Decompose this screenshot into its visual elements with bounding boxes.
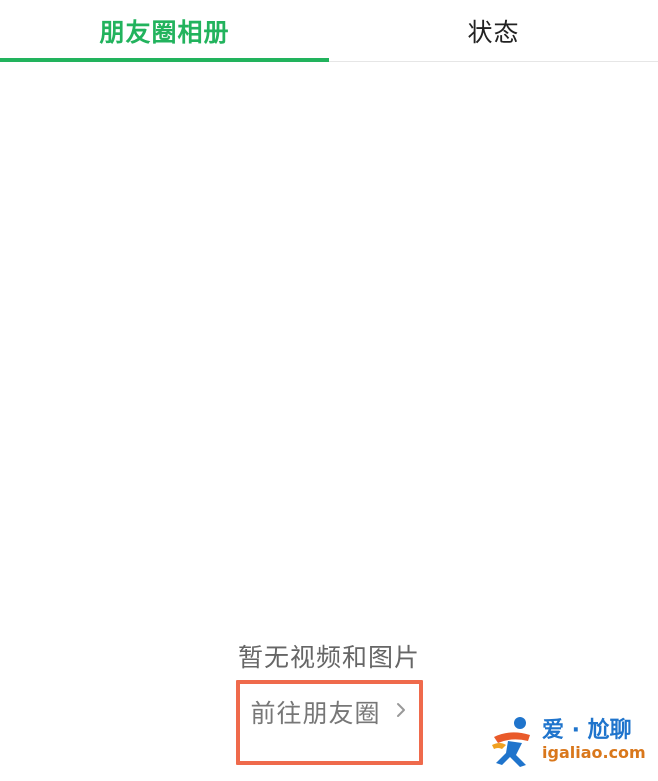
watermark-url: igaliao.com [542, 743, 646, 762]
igaliao-logo [492, 717, 530, 767]
tab-moments-album-label: 朋友圈相册 [99, 17, 230, 47]
watermark: 爱 · 尬聊 igaliao.com [490, 711, 650, 771]
go-to-moments-link[interactable]: 前往朋友圈 [236, 680, 423, 765]
tab-status[interactable]: 状态 [329, 0, 658, 61]
tab-bar: 朋友圈相册 状态 [0, 0, 658, 62]
chevron-right-icon [396, 703, 405, 717]
tab-active-indicator [0, 58, 329, 62]
watermark-text: 爱 · 尬聊 igaliao.com [542, 719, 646, 763]
go-to-moments-label: 前往朋友圈 [250, 699, 381, 728]
tab-moments-album[interactable]: 朋友圈相册 [0, 0, 329, 62]
empty-state-message: 暂无视频和图片 [237, 643, 420, 672]
watermark-title: 爱 · 尬聊 [542, 718, 632, 743]
album-screen: 朋友圈相册 状态 暂无视频和图片 前往朋友圈 爱 · 尬聊 igaliao.co… [0, 0, 658, 781]
tab-status-label: 状态 [467, 17, 520, 47]
